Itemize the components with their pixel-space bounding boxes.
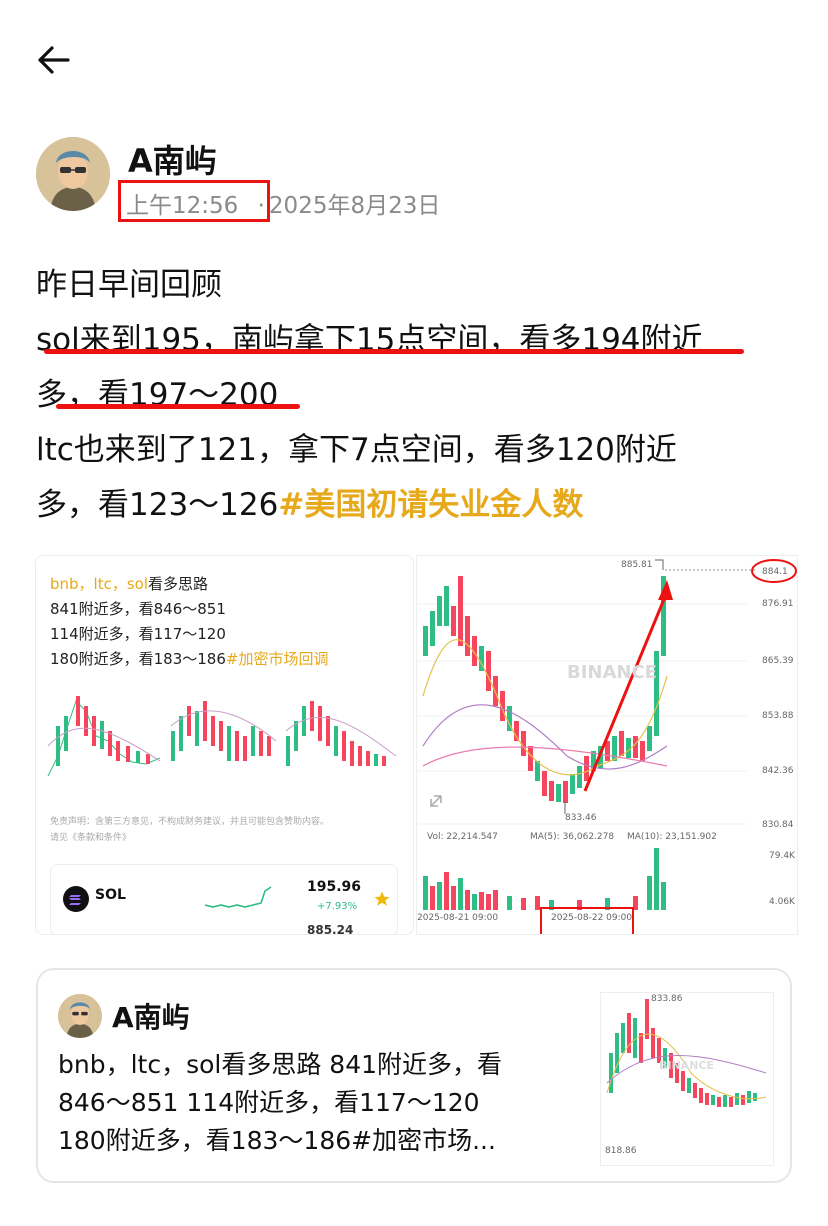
chart-text: Vol: 22,214.547 bbox=[427, 832, 498, 842]
image-text-block: bnb，ltc，sol看多思路 841附近多，看846～851 114附近多，看… bbox=[50, 572, 328, 672]
mini-chart-1 bbox=[47, 696, 161, 777]
back-button[interactable] bbox=[34, 40, 74, 80]
post-line: sol来到195，南屿拿下15点空间，看多194附近 bbox=[36, 322, 703, 358]
disclaimer-terms-link: 请见《条款和条件》 bbox=[50, 833, 132, 843]
quote-text: bnb，ltc，sol看多思路 841附近多，看 846～851 114附近多，… bbox=[58, 1046, 578, 1160]
expand-icon bbox=[430, 795, 442, 807]
chart-text: 876.91 bbox=[762, 599, 794, 609]
hashtag-link[interactable]: #美国初请失业金人数 bbox=[278, 487, 583, 523]
post-line: 多，看123～126#美国初请失业金人数 bbox=[36, 478, 796, 533]
volume-bars bbox=[423, 848, 666, 910]
quote-thumbnail: BINANCE 833.86 818.86 bbox=[600, 992, 774, 1166]
image-line-text: 180附近多，看183～186 bbox=[50, 650, 226, 668]
price-chart: 885.81 884.1 876.91 865.39 853.88 842.36… bbox=[417, 559, 797, 934]
post-line-text: 多，看123～126 bbox=[36, 487, 279, 523]
chart-text: 884.1 bbox=[762, 567, 788, 577]
author-name[interactable]: A南屿 bbox=[128, 136, 217, 182]
sol-coin-icon bbox=[63, 886, 89, 912]
chart-text: 2025-08-22 09:00 bbox=[551, 913, 632, 923]
image-hashtag: #加密市场回调 bbox=[225, 650, 329, 668]
quote-avatar bbox=[58, 994, 102, 1038]
quoted-post-card[interactable]: A南屿 bnb，ltc，sol看多思路 841附近多，看 846～851 114… bbox=[36, 968, 792, 1183]
chart-text: MA(5): 36,062.278 bbox=[530, 832, 614, 842]
post-image-right[interactable]: 885.81 884.1 876.91 865.39 853.88 842.36… bbox=[416, 555, 798, 935]
favorite-star-icon bbox=[374, 891, 390, 906]
image-title-rest: 看多思路 bbox=[148, 575, 209, 593]
mini-chart-3 bbox=[285, 701, 397, 766]
ticker-symbol: SOL bbox=[95, 887, 126, 903]
quote-author: A南屿 bbox=[112, 1001, 190, 1034]
thumbnail-chart: BINANCE 833.86 818.86 bbox=[605, 994, 767, 1156]
image-title: bnb，ltc，sol看多思路 bbox=[50, 572, 328, 597]
chart-text: 842.36 bbox=[762, 766, 794, 776]
chart-text: 833.46 bbox=[565, 813, 597, 823]
watermark: BINANCE bbox=[567, 662, 657, 683]
post-line: 多，看197～200 bbox=[36, 377, 279, 413]
image-line: 841附近多，看846～851 bbox=[50, 600, 226, 618]
chart-text: 885.81 bbox=[621, 560, 653, 570]
arrow-left-icon bbox=[38, 46, 70, 74]
thumbnail-low-label: 818.86 bbox=[605, 1146, 637, 1156]
image-title-coins: bnb，ltc，sol bbox=[50, 575, 149, 593]
avatar-portrait-icon bbox=[36, 137, 110, 211]
post-date: 2025年8月23日 bbox=[268, 193, 441, 219]
chart-text: 2025-08-21 09:00 bbox=[417, 913, 498, 923]
quote-line: bnb，ltc，sol看多思路 841附近多，看 bbox=[58, 1050, 503, 1079]
mini-chart-2 bbox=[170, 701, 277, 761]
chart-text: 79.4K bbox=[769, 851, 796, 861]
red-underline bbox=[56, 404, 300, 409]
candlesticks bbox=[423, 576, 666, 803]
post-line: 昨日早间回顾 bbox=[36, 267, 222, 303]
red-underline bbox=[44, 349, 744, 354]
time-highlight-box bbox=[118, 180, 270, 222]
ticker-next-price: 885.24 bbox=[307, 923, 354, 935]
quote-line: 846～851 114附近多，看117～120 bbox=[58, 1088, 480, 1117]
post-body: 昨日早间回顾 sol来到195，南屿拿下15点空间，看多194附近 多，看197… bbox=[36, 258, 796, 533]
chart-text: MA(10): 23,151.902 bbox=[627, 832, 717, 842]
ticker-price: 195.96 bbox=[307, 879, 362, 895]
avatar[interactable] bbox=[36, 137, 110, 211]
ticker-sparkline bbox=[204, 886, 272, 908]
image-line: 114附近多，看117～120 bbox=[50, 625, 226, 643]
post-line: ltc也来到了121，拿下7点空间，看多120附近 bbox=[36, 432, 677, 468]
quote-line: 180附近多，看183～186#加密市场... bbox=[58, 1126, 496, 1155]
chart-text: 853.88 bbox=[762, 711, 794, 721]
ticker-change: +7.93% bbox=[317, 901, 358, 912]
thumbnail-high-label: 833.86 bbox=[651, 994, 683, 1004]
chart-text: 865.39 bbox=[762, 656, 794, 666]
image-line: 180附近多，看183～186#加密市场回调 bbox=[50, 647, 328, 672]
mini-charts bbox=[47, 696, 397, 777]
chart-text: 4.06K bbox=[769, 897, 796, 907]
disclaimer: 免责声明：含第三方意见，不构成财务建议，并且可能包含赞助内容。 请见《条款和条件… bbox=[50, 814, 329, 846]
post-image-left[interactable]: bnb，ltc，sol看多思路 841附近多，看846～851 114附近多，看… bbox=[35, 555, 414, 935]
avatar-portrait-icon bbox=[58, 994, 102, 1038]
thumbnail-watermark: BINANCE bbox=[659, 1059, 714, 1072]
disclaimer-line: 免责声明：含第三方意见，不构成财务建议，并且可能包含赞助内容。 bbox=[50, 817, 330, 827]
chart-text: 830.84 bbox=[762, 820, 794, 830]
ticker-card: SOL 195.96 +7.93% 885.24 bbox=[50, 864, 398, 935]
